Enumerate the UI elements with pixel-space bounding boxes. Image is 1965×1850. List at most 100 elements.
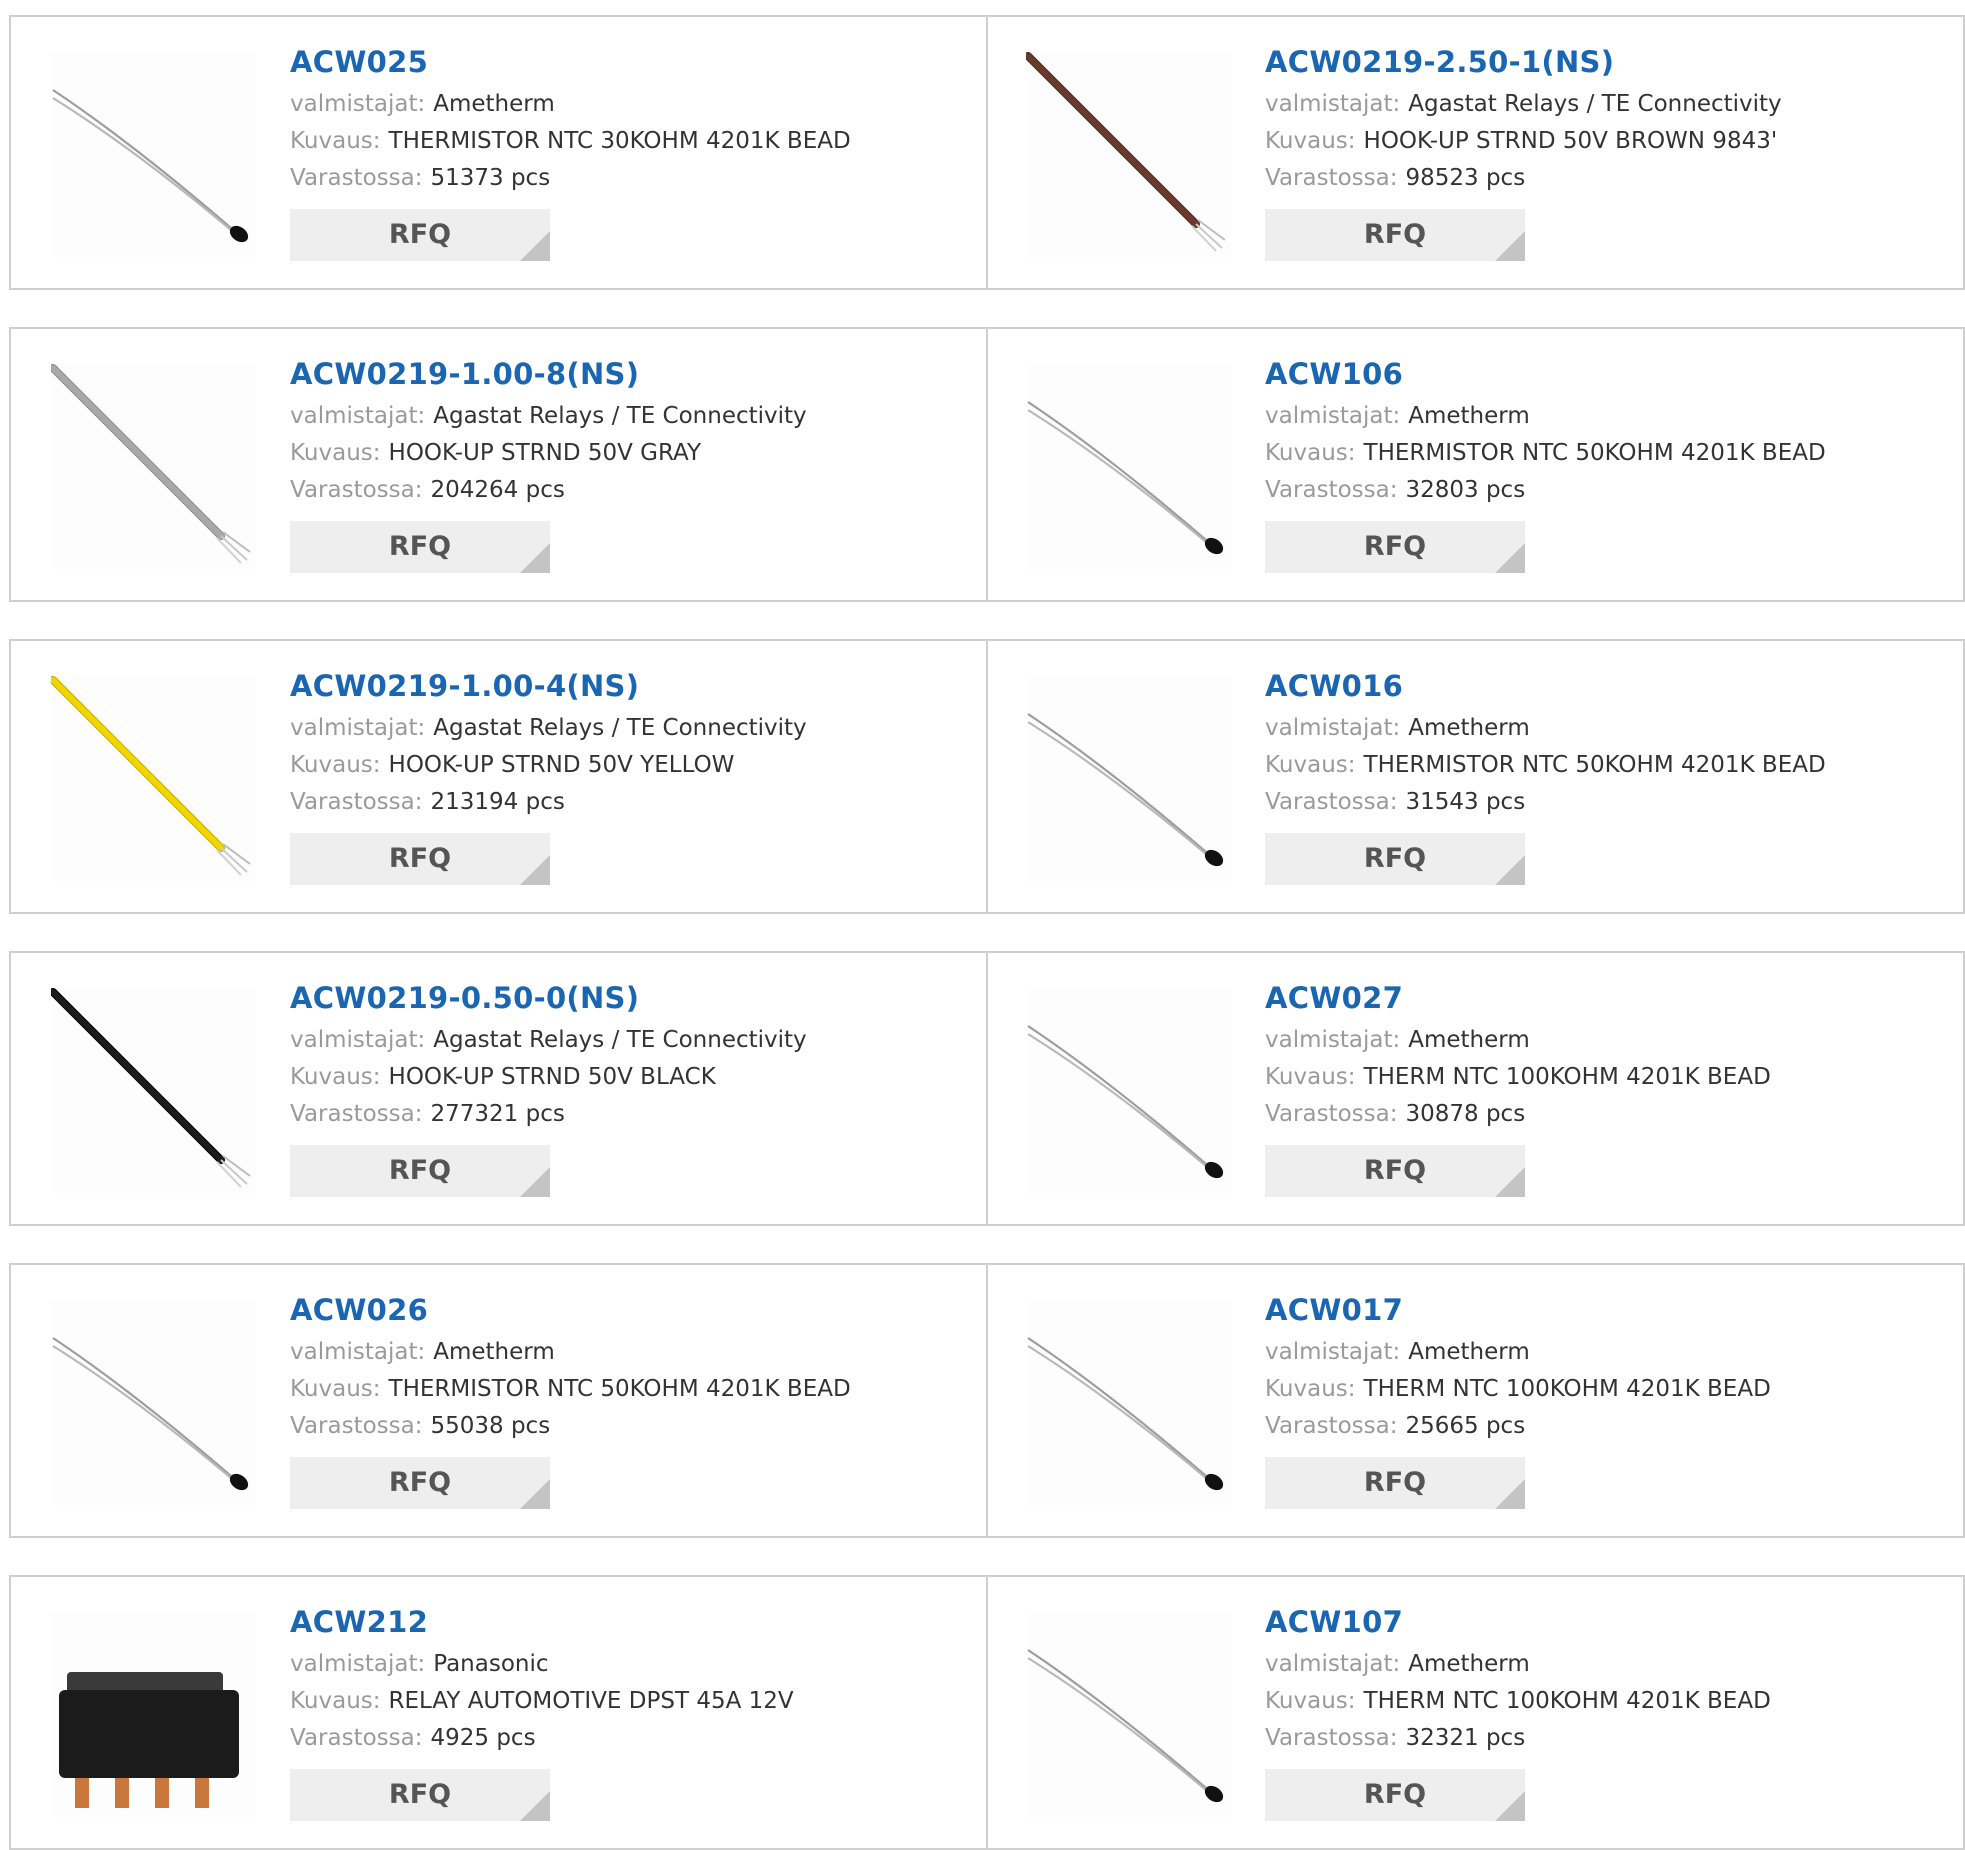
stock-value: 4925 pcs bbox=[430, 1724, 536, 1751]
thermistor-photo bbox=[1027, 1025, 1224, 1179]
manufacturer-label: valmistajat: bbox=[290, 714, 426, 741]
corner-triangle-icon bbox=[1495, 1166, 1525, 1197]
corner-triangle-icon bbox=[1495, 230, 1525, 261]
corner-triangle-icon bbox=[520, 854, 550, 885]
manufacturer-value: Agastat Relays / TE Connectivity bbox=[433, 1026, 807, 1053]
description-label: Kuvaus: bbox=[290, 1687, 381, 1714]
stock-label: Varastossa: bbox=[290, 164, 423, 191]
stock-label: Varastossa: bbox=[290, 1412, 423, 1439]
rfq-label: RFQ bbox=[1363, 1466, 1427, 1498]
corner-triangle-icon bbox=[520, 1790, 550, 1821]
rfq-button[interactable]: RFQ bbox=[1265, 520, 1525, 573]
stock-value: 51373 pcs bbox=[430, 164, 551, 191]
rfq-label: RFQ bbox=[1363, 218, 1427, 250]
product-row: ACW026 valmistajat: Ametherm Kuvaus: THERM… bbox=[9, 1263, 1965, 1538]
description-label: Kuvaus: bbox=[1265, 1063, 1356, 1090]
corner-triangle-icon bbox=[520, 1166, 550, 1197]
part-number-link[interactable]: ACW107 bbox=[1265, 1605, 1403, 1640]
description-label: Kuvaus: bbox=[290, 1375, 381, 1402]
part-number-link[interactable]: ACW017 bbox=[1265, 1293, 1403, 1328]
manufacturer-value: Agastat Relays / TE Connectivity bbox=[433, 714, 807, 741]
part-number-link[interactable]: ACW212 bbox=[290, 1605, 428, 1640]
description-value: THERMISTOR NTC 50KOHM 4201K BEAD bbox=[1363, 751, 1826, 778]
part-number-link[interactable]: ACW0219-1.00-8(NS) bbox=[290, 357, 639, 392]
description-value: THERM NTC 100KOHM 4201K BEAD bbox=[1363, 1375, 1771, 1402]
stock-label: Varastossa: bbox=[1265, 1412, 1398, 1439]
manufacturer-value: Ametherm bbox=[1408, 402, 1530, 429]
product-image[interactable] bbox=[51, 364, 256, 569]
description-value: HOOK-UP STRND 50V BROWN 9843' bbox=[1363, 127, 1778, 154]
manufacturer-label: valmistajat: bbox=[1265, 1026, 1401, 1053]
product-image[interactable] bbox=[1026, 1300, 1231, 1505]
product-card: ACW107 valmistajat: Ametherm Kuvaus: THERM… bbox=[986, 1577, 1965, 1848]
product-card: ACW212 valmistajat: Panasonic Kuvaus: RELA… bbox=[9, 1577, 988, 1848]
rfq-button[interactable]: RFQ bbox=[290, 1768, 550, 1821]
description-label: Kuvaus: bbox=[1265, 751, 1356, 778]
rfq-button[interactable]: RFQ bbox=[1265, 1768, 1525, 1821]
product-image[interactable] bbox=[51, 1612, 256, 1817]
product-image[interactable] bbox=[1026, 364, 1231, 569]
stock-value: 204264 pcs bbox=[430, 476, 565, 503]
product-image[interactable] bbox=[51, 52, 256, 257]
product-card: ACW0219-2.50-1(NS) valmistajat: Agastat R… bbox=[986, 17, 1965, 288]
stock-value: 98523 pcs bbox=[1405, 164, 1526, 191]
corner-triangle-icon bbox=[520, 230, 550, 261]
product-image[interactable] bbox=[1026, 676, 1231, 881]
product-image[interactable] bbox=[51, 988, 256, 1193]
product-card: ACW106 valmistajat: Ametherm Kuvaus: THERM… bbox=[986, 329, 1965, 600]
part-number-link[interactable]: ACW026 bbox=[290, 1293, 428, 1328]
stock-value: 32803 pcs bbox=[1405, 476, 1526, 503]
stock-label: Varastossa: bbox=[290, 788, 423, 815]
product-row: ACW0219-0.50-0(NS) valmistajat: Agastat R… bbox=[9, 951, 1965, 1226]
rfq-button[interactable]: RFQ bbox=[1265, 208, 1525, 261]
rfq-label: RFQ bbox=[388, 218, 452, 250]
manufacturer-value: Ametherm bbox=[1408, 714, 1530, 741]
part-number-link[interactable]: ACW0219-1.00-4(NS) bbox=[290, 669, 639, 704]
product-card: ACW027 valmistajat: Ametherm Kuvaus: THERM… bbox=[986, 953, 1965, 1224]
manufacturer-label: valmistajat: bbox=[290, 1338, 426, 1365]
corner-triangle-icon bbox=[520, 1478, 550, 1509]
rfq-label: RFQ bbox=[388, 530, 452, 562]
part-number-link[interactable]: ACW025 bbox=[290, 45, 428, 80]
part-number-link[interactable]: ACW106 bbox=[1265, 357, 1403, 392]
corner-triangle-icon bbox=[1495, 1478, 1525, 1509]
description-value: HOOK-UP STRND 50V GRAY bbox=[388, 439, 702, 466]
description-value: THERM NTC 100KOHM 4201K BEAD bbox=[1363, 1063, 1771, 1090]
rfq-button[interactable]: RFQ bbox=[1265, 832, 1525, 885]
rfq-button[interactable]: RFQ bbox=[290, 208, 550, 261]
corner-triangle-icon bbox=[1495, 1790, 1525, 1821]
product-image[interactable] bbox=[51, 1300, 256, 1505]
stock-label: Varastossa: bbox=[290, 476, 423, 503]
part-number-link[interactable]: ACW0219-0.50-0(NS) bbox=[290, 981, 639, 1016]
rfq-label: RFQ bbox=[388, 1154, 452, 1186]
manufacturer-label: valmistajat: bbox=[290, 90, 426, 117]
part-number-link[interactable]: ACW027 bbox=[1265, 981, 1403, 1016]
thermistor-photo bbox=[52, 89, 249, 243]
product-card: ACW016 valmistajat: Ametherm Kuvaus: THERM… bbox=[986, 641, 1965, 912]
manufacturer-label: valmistajat: bbox=[1265, 714, 1401, 741]
description-label: Kuvaus: bbox=[1265, 127, 1356, 154]
product-image[interactable] bbox=[1026, 1612, 1231, 1817]
description-label: Kuvaus: bbox=[290, 751, 381, 778]
rfq-label: RFQ bbox=[1363, 1778, 1427, 1810]
part-number-link[interactable]: ACW0219-2.50-1(NS) bbox=[1265, 45, 1614, 80]
product-image[interactable] bbox=[1026, 988, 1231, 1193]
stock-label: Varastossa: bbox=[1265, 164, 1398, 191]
description-label: Kuvaus: bbox=[1265, 1687, 1356, 1714]
manufacturer-value: Ametherm bbox=[1408, 1026, 1530, 1053]
part-number-link[interactable]: ACW016 bbox=[1265, 669, 1403, 704]
rfq-button[interactable]: RFQ bbox=[290, 520, 550, 573]
product-image[interactable] bbox=[1026, 52, 1231, 257]
stock-label: Varastossa: bbox=[1265, 788, 1398, 815]
product-row: ACW025 valmistajat: Ametherm Kuvaus: THERM… bbox=[9, 15, 1965, 290]
rfq-button[interactable]: RFQ bbox=[1265, 1456, 1525, 1509]
rfq-button[interactable]: RFQ bbox=[290, 832, 550, 885]
product-image[interactable] bbox=[51, 676, 256, 881]
product-card: ACW0219-1.00-8(NS) valmistajat: Agastat R… bbox=[9, 329, 988, 600]
manufacturer-value: Ametherm bbox=[1408, 1338, 1530, 1365]
rfq-button[interactable]: RFQ bbox=[290, 1456, 550, 1509]
description-value: THERMISTOR NTC 30KOHM 4201K BEAD bbox=[388, 127, 851, 154]
rfq-label: RFQ bbox=[1363, 842, 1427, 874]
rfq-button[interactable]: RFQ bbox=[1265, 1144, 1525, 1197]
rfq-button[interactable]: RFQ bbox=[290, 1144, 550, 1197]
